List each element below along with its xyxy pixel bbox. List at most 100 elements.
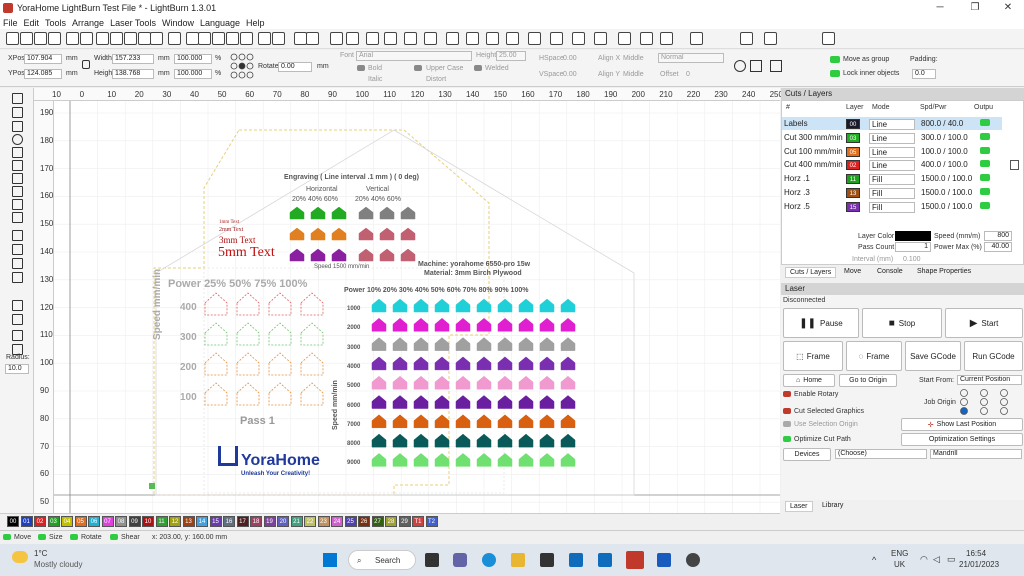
rotary-toggle[interactable] [783,391,791,397]
space-v-icon[interactable] [506,32,519,45]
start-from-select[interactable]: Current Position [957,375,1022,385]
go-to-origin-button[interactable]: Go to Origin [839,374,897,387]
clock-time[interactable]: 16:54 [966,549,986,558]
cuts-layer-row[interactable]: Horz .1 11 Fill 1500.0 / 100.0 [782,172,1002,186]
test-house-shape[interactable] [392,356,408,371]
test-house-shape[interactable] [400,248,416,262]
camera-icon[interactable] [750,60,762,72]
cut-selected-toggle[interactable] [783,408,791,414]
test-house-shape[interactable] [379,227,395,241]
ungroup-icon[interactable] [330,32,343,45]
welded-toggle[interactable] [474,65,482,71]
cuts-layer-row[interactable]: Labels 00 Line 800.0 / 40.0 [782,117,1002,130]
test-house-shape[interactable] [392,414,408,429]
hspace-value[interactable]: 0.00 [563,55,577,62]
test-house-shape[interactable] [236,322,260,346]
test-house-shape[interactable] [310,227,326,241]
save-as-icon[interactable] [48,32,61,45]
cuts-layer-row[interactable]: Horz .3 13 Fill 1500.0 / 100.0 [782,186,1002,199]
speed-input[interactable]: 800 [984,231,1012,241]
minimize-icon[interactable]: ─ [924,0,956,16]
test-house-shape[interactable] [476,453,492,467]
tabs-tool-icon[interactable] [12,330,23,341]
menu-language[interactable]: Language [200,18,240,28]
start-menu-icon[interactable] [323,553,337,567]
layer-mode-select[interactable]: Line [869,119,915,130]
align-center-icon[interactable] [384,32,397,45]
new-file-icon[interactable] [6,32,19,45]
layer-mode-select[interactable]: Line [869,132,915,144]
menu-file[interactable]: File [3,18,18,28]
group-icon[interactable] [306,32,319,45]
tab-laser[interactable]: Laser [785,501,813,512]
xpos-input[interactable]: 107.904 [24,54,62,64]
show-last-position-button[interactable]: ✛ Show Last Position [901,418,1023,431]
menu-help[interactable]: Help [246,18,265,28]
palette-swatch[interactable]: 10 [142,516,154,527]
palette-swatch[interactable]: 17 [236,516,249,527]
lock-icon[interactable] [82,60,90,69]
nudge-icon[interactable] [660,32,673,45]
ellipse-tool-icon[interactable] [12,134,23,145]
test-house-shape[interactable] [413,317,429,332]
grid-icon[interactable] [618,32,631,45]
file-explorer-icon[interactable] [511,553,525,567]
palette-swatch[interactable]: 16 [223,516,235,527]
align-y-value[interactable]: Middle [623,71,644,78]
test-house-shape[interactable] [539,375,555,390]
boolean-union-tool-icon[interactable] [12,258,23,269]
mirror-h-icon[interactable] [528,32,541,45]
camera-icon[interactable] [168,32,181,45]
radius-input[interactable]: 10.0 [5,364,29,374]
tab-icon[interactable] [740,32,753,45]
layer-output-toggle[interactable] [980,132,990,140]
height-input[interactable]: 138.768 [112,69,154,79]
test-house-shape[interactable] [518,375,534,390]
mail-icon[interactable] [598,553,612,567]
test-house-shape[interactable] [310,248,326,262]
test-house-shape[interactable] [560,298,576,313]
test-house-shape[interactable] [455,433,471,448]
menu-arrange[interactable]: Arrange [72,18,104,28]
test-house-shape[interactable] [413,298,429,313]
test-house-shape[interactable] [455,317,471,332]
select-all-icon[interactable] [690,32,703,45]
tab-library[interactable]: Library [818,501,847,510]
test-house-shape[interactable] [434,433,450,448]
close-icon[interactable]: ✕ [992,0,1024,16]
test-house-shape[interactable] [371,356,387,371]
test-house-shape[interactable] [413,395,429,409]
palette-swatch[interactable]: 15 [209,516,222,527]
open-file-icon[interactable] [20,32,33,45]
test-house-shape[interactable] [236,382,260,406]
palette-swatch[interactable]: 25 [344,516,357,527]
test-house-shape[interactable] [289,227,305,241]
cut-settings-icon[interactable] [770,60,782,72]
test-house-shape[interactable] [300,352,324,376]
test-house-shape[interactable] [539,337,555,351]
cuts-layer-row[interactable]: Cut 300 mm/min 03 Line 300.0 / 100.0 [782,131,1002,144]
delete-icon[interactable] [150,32,163,45]
test-house-shape[interactable] [560,414,576,429]
test-house-shape[interactable] [392,375,408,390]
test-house-shape[interactable] [392,337,408,351]
palette-swatch[interactable]: 20 [277,516,289,527]
test-house-shape[interactable] [358,248,374,262]
polygon-tool-icon[interactable] [12,147,23,158]
maximize-icon[interactable]: ❐ [959,0,991,16]
test-house-shape[interactable] [476,337,492,351]
task-view-icon[interactable] [425,553,439,567]
test-house-shape[interactable] [455,337,471,351]
test-house-shape[interactable] [539,433,555,448]
test-house-shape[interactable] [371,317,387,332]
align-x-value[interactable]: Middle [623,55,644,62]
pass-count-input[interactable]: 1 [895,242,931,252]
copy-icon[interactable] [110,32,123,45]
test-house-shape[interactable] [539,414,555,429]
test-house-shape[interactable] [560,375,576,390]
lang-secondary[interactable]: UK [894,560,905,569]
test-house-shape[interactable] [358,206,374,220]
select-tool-icon[interactable] [12,93,23,104]
scale-height-input[interactable]: 100.000 [174,69,212,79]
move-group-toggle[interactable] [830,56,840,63]
